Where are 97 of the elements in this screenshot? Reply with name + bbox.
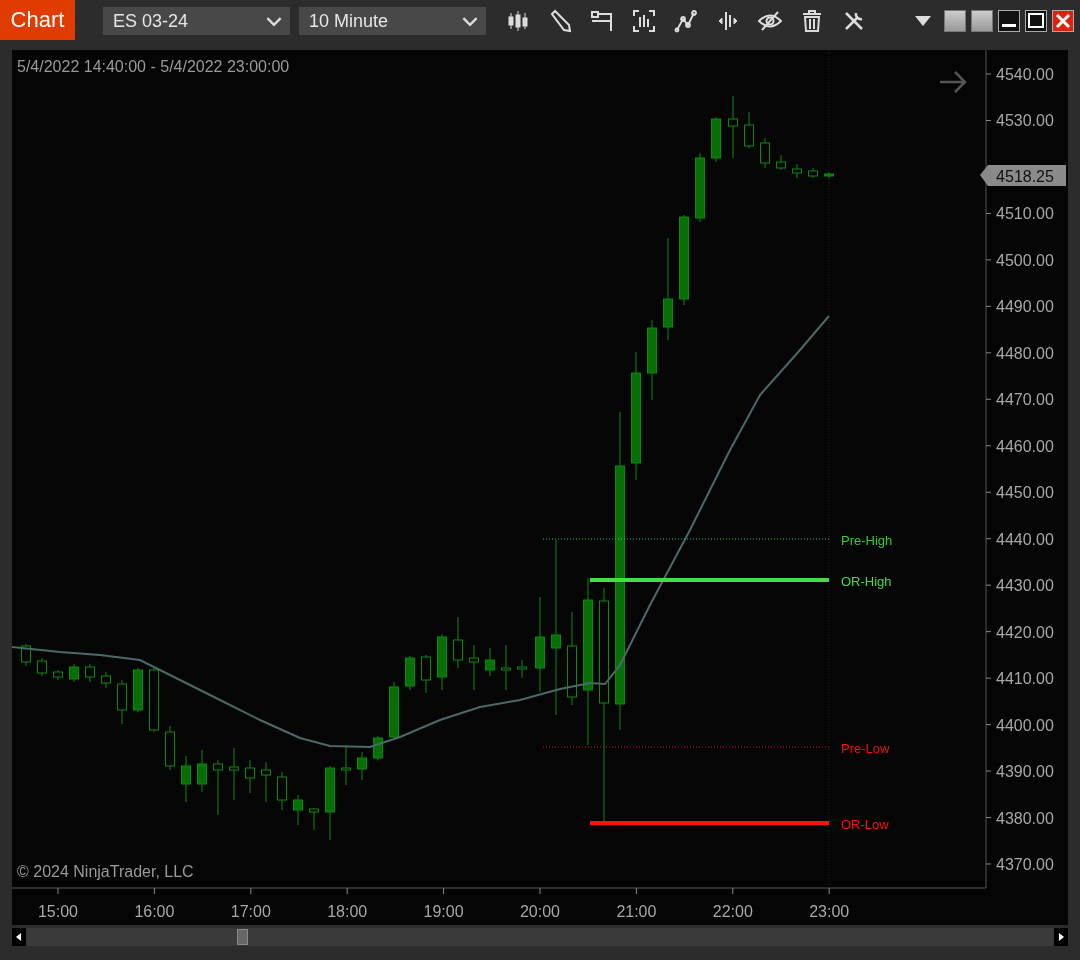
- time-axis-label: 16:00: [134, 903, 175, 920]
- bar-chart-frame-icon[interactable]: [632, 9, 656, 33]
- candlestick: [229, 747, 239, 801]
- candlestick: [21, 643, 31, 667]
- chevron-down-icon: [266, 15, 282, 27]
- candlestick: [117, 679, 127, 725]
- price-level-label: OR-High: [841, 574, 892, 589]
- candlestick: [437, 633, 447, 691]
- candlestick: [277, 771, 287, 811]
- candlestick: [824, 171, 834, 179]
- candlestick: [149, 667, 159, 733]
- candlestick: [808, 167, 818, 179]
- price-axis-label: 4420.00: [996, 623, 1054, 641]
- price-axis-label: 4410.00: [996, 670, 1054, 688]
- interval-dropdown[interactable]: 10 Minute: [299, 7, 486, 35]
- candlestick: [469, 644, 479, 691]
- candlestick: [85, 663, 95, 683]
- candlestick: [357, 751, 367, 781]
- arrow-right-icon[interactable]: [938, 70, 967, 94]
- candlestick: [181, 755, 191, 803]
- bars-arrows-icon[interactable]: [716, 9, 740, 33]
- window-title: Chart: [0, 0, 75, 40]
- candlestick: [728, 95, 738, 159]
- candlestick: [373, 735, 383, 761]
- time-axis-label: 23:00: [809, 903, 850, 920]
- trash-icon[interactable]: [800, 9, 824, 33]
- candlestick: [453, 616, 463, 669]
- candlestick: [695, 152, 705, 223]
- candlestick: [165, 725, 175, 771]
- price-axis-label: 4540.00: [996, 66, 1054, 83]
- price-axis-label: 4400.00: [996, 716, 1054, 734]
- price-level-label: Pre-High: [841, 533, 893, 548]
- price-axis-label: 4470.00: [996, 391, 1054, 409]
- candlestick: [293, 794, 303, 826]
- date-range-label: 5/4/2022 14:40:00 - 5/4/2022 23:00:00: [17, 58, 290, 75]
- candlestick: [213, 759, 223, 816]
- price-axis-label: 4430.00: [996, 577, 1054, 595]
- layout-button[interactable]: [944, 10, 966, 32]
- candlestick: [197, 749, 207, 793]
- time-axis-label: 15:00: [38, 903, 78, 920]
- copyright-text: © 2024 NinjaTrader, LLC: [17, 863, 194, 880]
- candlestick: [53, 669, 63, 681]
- current-price-tag: 4518.25: [980, 165, 1066, 186]
- caret-down-icon[interactable]: [915, 16, 931, 26]
- price-axis-label: 4510.00: [996, 205, 1054, 223]
- price-axis-label: 4450.00: [996, 484, 1054, 502]
- candlestick: [760, 137, 770, 169]
- price-level-label: Pre-Low: [841, 741, 890, 756]
- candlestick: [37, 657, 47, 677]
- candlestick: [744, 111, 754, 149]
- instrument-dropdown[interactable]: ES 03-24: [103, 7, 290, 35]
- time-axis-label: 18:00: [327, 903, 368, 920]
- price-axis-label: 4460.00: [996, 437, 1054, 455]
- price-axis-label: 4390.00: [996, 763, 1054, 781]
- candlestick: [517, 659, 527, 679]
- scroll-right-icon[interactable]: [1054, 928, 1068, 946]
- candlestick: [133, 667, 143, 713]
- close-icon[interactable]: [1052, 10, 1074, 32]
- horizontal-scrollbar[interactable]: [12, 928, 1068, 946]
- time-axis-label: 22:00: [712, 903, 753, 920]
- candlestick: [792, 163, 802, 179]
- price-axis-label: 4490.00: [996, 298, 1054, 316]
- time-axis-label: 17:00: [230, 903, 271, 920]
- candlestick: [485, 647, 495, 677]
- price-axis-label: 4480.00: [996, 344, 1054, 362]
- price-axis-label: 4370.00: [996, 856, 1054, 873]
- candlestick: [101, 671, 111, 689]
- price-axis-label: 4500.00: [996, 251, 1054, 269]
- time-axis-label: 21:00: [616, 903, 657, 920]
- pencil-icon[interactable]: [548, 9, 572, 33]
- price-axis-label: 4530.00: [996, 112, 1054, 130]
- candlestick: [776, 154, 786, 171]
- line-chart-icon[interactable]: [674, 9, 698, 33]
- scrollbar-thumb[interactable]: [237, 929, 248, 945]
- time-axis-label: 20:00: [520, 903, 560, 920]
- candlestick: [501, 644, 511, 691]
- candlestick: [309, 807, 319, 831]
- candlestick: [245, 759, 255, 794]
- price-axis-label: 4380.00: [996, 809, 1054, 827]
- eye-hidden-icon[interactable]: [758, 9, 782, 33]
- layout-button[interactable]: [971, 10, 993, 32]
- time-axis-label: 19:00: [423, 903, 464, 920]
- price-level-label: OR-Low: [841, 817, 889, 832]
- minimize-icon[interactable]: [998, 10, 1020, 32]
- candlestick: [261, 761, 271, 803]
- candlestick: [711, 116, 721, 163]
- candlestick: [69, 663, 79, 683]
- maximize-icon[interactable]: [1025, 10, 1047, 32]
- ruler-lines-icon[interactable]: [590, 9, 614, 33]
- price-axis-label: 4440.00: [996, 530, 1054, 548]
- candlestick: [341, 744, 351, 786]
- candlestick: [421, 654, 431, 694]
- candlestick: [389, 681, 399, 741]
- candlestick: [405, 655, 415, 691]
- chevron-down-icon: [462, 15, 478, 27]
- scroll-left-icon[interactable]: [12, 928, 26, 946]
- candlestick-icon[interactable]: [506, 9, 530, 33]
